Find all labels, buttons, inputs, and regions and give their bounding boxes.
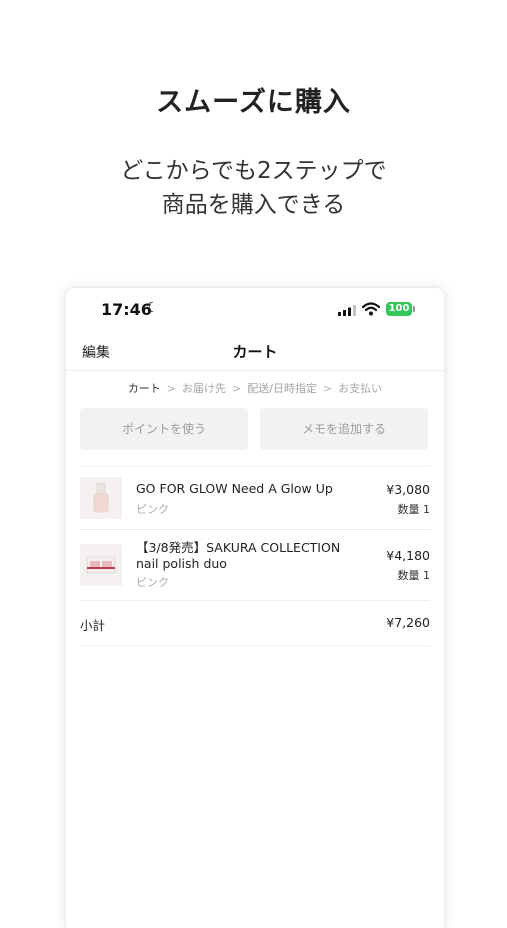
nail-polish-bottle-icon — [93, 482, 109, 513]
nav-bar: 編集 カート — [66, 332, 444, 371]
moon-icon: ☾ — [146, 300, 159, 316]
promo-subline-line-2: 商品を購入できる — [161, 192, 346, 218]
cart-item[interactable]: 【3/8発売】SAKURA COLLECTION nail polish duo… — [80, 529, 430, 600]
chevron-right-icon: > — [166, 382, 177, 395]
step-delivery-address: お届け先 — [182, 382, 227, 395]
promo-headline: スムーズに購入 — [156, 87, 351, 118]
nail-polish-duo-box-icon — [86, 556, 116, 574]
status-time: 17:46 — [101, 300, 152, 319]
cart-actions: ポイントを使う メモを追加する — [80, 408, 430, 452]
product-name: GO FOR GLOW Need A Glow Up — [136, 481, 333, 496]
battery-icon: 100 — [386, 302, 412, 316]
product-thumbnail — [80, 544, 122, 586]
product-quantity[interactable]: 数量 1 — [398, 567, 431, 583]
wifi-icon — [362, 302, 380, 316]
battery-tip — [413, 306, 415, 312]
checkout-steps: カート > お届け先 > 配送/日時指定 > お支払い — [66, 380, 444, 396]
page-title: カート — [232, 343, 278, 361]
step-delivery-date: 配送/日時指定 — [247, 382, 317, 395]
chevron-right-icon: > — [232, 382, 242, 395]
add-memo-button[interactable]: メモを追加する — [260, 408, 428, 450]
step-cart: カート — [127, 382, 161, 395]
product-price: ¥3,080 — [386, 482, 430, 497]
promo-subline-line-1: どこからでも2ステップで — [120, 158, 387, 184]
product-quantity[interactable]: 数量 1 — [398, 501, 431, 517]
product-name: 【3/8発売】SAKURA COLLECTION nail polish duo — [136, 540, 341, 571]
product-color: ピンク — [136, 576, 169, 589]
chevron-right-icon: > — [322, 382, 333, 395]
cart-item[interactable]: GO FOR GLOW Need A Glow Up ピンク ¥3,080 数量… — [80, 466, 430, 529]
use-points-button[interactable]: ポイントを使う — [80, 408, 248, 450]
status-bar: 17:46 ☾ 100 — [66, 288, 444, 332]
step-payment: お支払い — [338, 382, 383, 395]
promo-subline: どこからでも2ステップで 商品を購入できる — [0, 154, 507, 222]
product-color: ピンク — [136, 503, 169, 516]
phone-screen: 17:46 ☾ 100 編集 カート カート > お届け先 > 配送/日時指定 > お支払い… — [66, 288, 444, 928]
product-thumbnail — [80, 477, 122, 519]
subtotal-row: 小計 ¥7,260 — [80, 600, 430, 646]
subtotal-value: ¥7,260 — [386, 615, 430, 630]
product-price: ¥4,180 — [386, 548, 430, 563]
subtotal-label: 小計 — [80, 618, 106, 633]
signal-icon — [338, 305, 356, 316]
